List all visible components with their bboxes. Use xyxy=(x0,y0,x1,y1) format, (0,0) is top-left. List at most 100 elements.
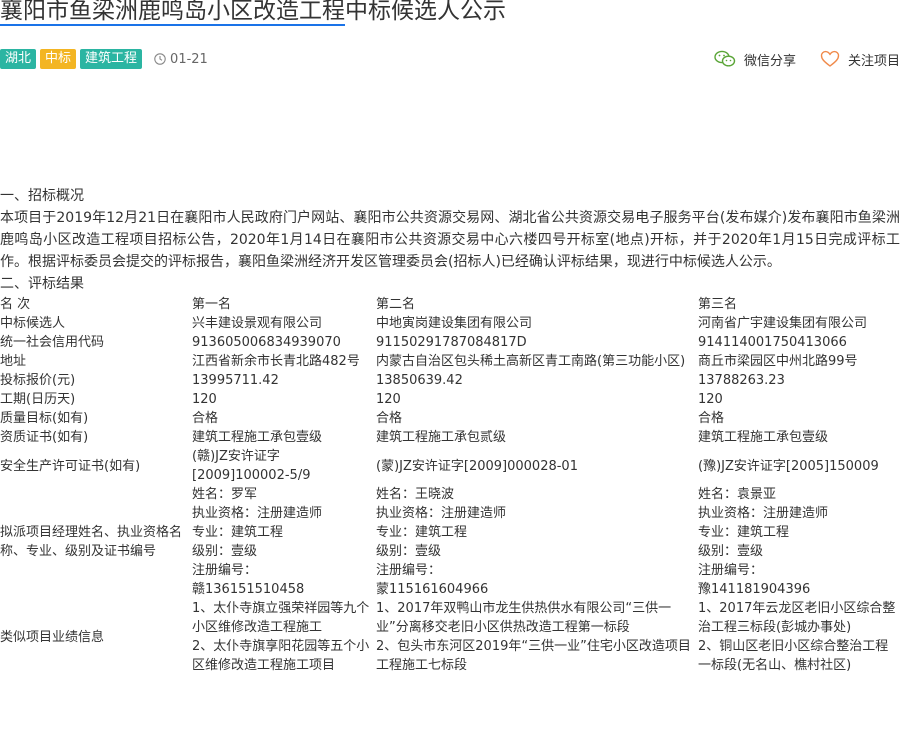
table-cell: 建筑工程施工承包壹级 xyxy=(192,430,323,445)
table-cell: (蒙)JZ安许证字[2009]000028-01 xyxy=(376,458,578,474)
row-label: 类似项目业绩信息 xyxy=(0,629,105,645)
wechat-share-label: 微信分享 xyxy=(743,53,796,69)
table-row: 工期(日历天) 120 120 120 xyxy=(0,390,900,409)
table-cell: (赣)JZ安许证字[2009]100002-5/9 xyxy=(192,449,311,483)
title-project-link[interactable]: 襄阳市鱼梁洲鹿鸣岛小区改造工程 xyxy=(0,0,345,26)
table-row: 中标候选人 兴丰建设景观有限公司 中地寅岗建设集团有限公司 河南省广宇建设集团有… xyxy=(0,314,900,333)
table-cell: 中地寅岗建设集团有限公司 xyxy=(376,316,533,331)
date-text: 01-21 xyxy=(170,51,208,67)
row-label: 质量目标(如有) xyxy=(0,411,89,426)
manager-reg-label: 注册编号： xyxy=(698,563,764,578)
table-row: 地址 江西省新余市长青北路482号 内蒙古自治区包头稀土高新区青工南路(第三功能… xyxy=(0,352,900,371)
table-cell: 合格 xyxy=(376,411,403,426)
table-row: 投标报价(元) 13995711.42 13850639.42 13788263… xyxy=(0,371,900,390)
article-actions: 微信分享 关注项目 xyxy=(690,48,900,70)
manager-name: 姓名：王晓波 xyxy=(376,487,455,502)
manager-reg: 赣136151510458 xyxy=(192,582,305,597)
table-cell: (豫)JZ安许证字[2005]150009 xyxy=(698,458,879,474)
table-cell: 合格 xyxy=(698,411,725,426)
table-cell: 13850639.42 xyxy=(376,373,463,388)
row-label: 拟派项目经理姓名、执业资格名称、专业、级别及证书编号 xyxy=(0,525,183,559)
performance-item: 1、太仆寺旗立强荣祥园等九个小区维修改造工程施工 xyxy=(192,601,370,635)
table-cell: 商丘市梁园区中州北路99号 xyxy=(698,354,858,369)
row-label: 资质证书(如有) xyxy=(0,430,89,445)
table-row: 质量目标(如有) 合格 合格 合格 xyxy=(0,409,900,428)
manager-name: 姓名：袁景亚 xyxy=(698,487,777,502)
manager-cert: 执业资格：注册建造师 xyxy=(192,506,323,521)
manager-reg: 豫141181904396 xyxy=(698,582,811,597)
table-cell: 第二名 xyxy=(376,297,416,312)
table-row: 统一社会信用代码 913605006834939070 911502917870… xyxy=(0,333,900,352)
heart-icon xyxy=(820,50,840,67)
follow-project-label: 关注项目 xyxy=(847,53,900,69)
row-label: 地址 xyxy=(0,354,27,369)
performance-item: 1、2017年云龙区老旧小区综合整治工程三标段(彭城办事处) xyxy=(698,601,896,635)
publish-date: 01-21 xyxy=(154,52,208,67)
table-row: 名 次 第一名 第二名 第三名 xyxy=(0,295,900,314)
table-cell: 姓名：王晓波 执业资格：注册建造师 专业：建筑工程 级别：壹级 注册编号： 蒙1… xyxy=(376,485,698,599)
table-cell: 914114001750413066 xyxy=(698,335,847,350)
table-cell: 1、2017年双鸭山市龙生供热供水有限公司“三供一业”分离移交老旧小区供热改造工… xyxy=(376,599,698,675)
performance-item: 2、包头市东河区2019年“三供一业”住宅小区改造项目工程施工七标段 xyxy=(376,639,691,673)
overview-paragraph: 本项目于2019年12月21日在襄阳市人民政府门户网站、襄阳市公共资源交易网、湖… xyxy=(0,210,900,270)
row-label: 名 次 xyxy=(0,297,31,312)
table-cell: 建筑工程施工承包壹级 xyxy=(698,430,829,445)
title-suffix: 中标候选人公示 xyxy=(345,0,506,24)
manager-major: 专业：建筑工程 xyxy=(192,525,284,540)
manager-reg-label: 注册编号： xyxy=(192,563,258,578)
table-cell: 第一名 xyxy=(192,297,232,312)
table-cell: 姓名：罗军 执业资格：注册建造师 专业：建筑工程 级别：壹级 注册编号： 赣13… xyxy=(192,485,376,599)
manager-cert: 执业资格：注册建造师 xyxy=(698,506,829,521)
meta-row: 湖北 中标 建筑工程 01-21 xyxy=(0,48,208,70)
performance-item: 2、太仆寺旗享阳花园等五个小区维修改造工程施工项目 xyxy=(192,639,370,673)
table-cell: 内蒙古自治区包头稀土高新区青工南路(第三功能小区) xyxy=(376,354,686,369)
manager-reg: 蒙115161604966 xyxy=(376,582,489,597)
table-cell: 120 xyxy=(376,392,401,407)
tag-region[interactable]: 湖北 xyxy=(0,49,37,69)
article-body: 一、招标概况 本项目于2019年12月21日在襄阳市人民政府门户网站、襄阳市公共… xyxy=(0,185,900,675)
table-cell: 13788263.23 xyxy=(698,373,785,388)
wechat-share-button[interactable]: 微信分享 xyxy=(714,50,796,69)
table-row: 安全生产许可证书(如有) (赣)JZ安许证字[2009]100002-5/9 (… xyxy=(0,447,900,485)
table-cell: 河南省广宇建设集团有限公司 xyxy=(698,316,868,331)
manager-level: 级别：壹级 xyxy=(376,544,442,559)
tag-category[interactable]: 建筑工程 xyxy=(80,49,143,69)
performance-item: 2、铜山区老旧小区综合整治工程一标段(无名山、樵村社区) xyxy=(698,639,889,673)
table-cell: 913605006834939070 xyxy=(192,335,341,350)
table-cell: 120 xyxy=(698,392,723,407)
manager-major: 专业：建筑工程 xyxy=(376,525,468,540)
results-table: 名 次 第一名 第二名 第三名 中标候选人 兴丰建设景观有限公司 中地寅岗建设集… xyxy=(0,295,900,675)
row-label: 中标候选人 xyxy=(0,316,66,331)
table-cell: 1、2017年云龙区老旧小区综合整治工程三标段(彭城办事处) 2、铜山区老旧小区… xyxy=(698,599,900,675)
follow-project-button[interactable]: 关注项目 xyxy=(820,50,900,69)
manager-level: 级别：壹级 xyxy=(192,544,258,559)
manager-name: 姓名：罗军 xyxy=(192,487,258,502)
clock-icon xyxy=(154,53,166,65)
manager-level: 级别：壹级 xyxy=(698,544,764,559)
wechat-icon xyxy=(714,50,736,67)
manager-major: 专业：建筑工程 xyxy=(698,525,790,540)
manager-reg-label: 注册编号： xyxy=(376,563,442,578)
performance-item: 1、2017年双鸭山市龙生供热供水有限公司“三供一业”分离移交老旧小区供热改造工… xyxy=(376,601,672,635)
table-cell: 姓名：袁景亚 执业资格：注册建造师 专业：建筑工程 级别：壹级 注册编号： 豫1… xyxy=(698,485,900,599)
section-title-overview: 一、招标概况 xyxy=(0,188,84,204)
manager-cert: 执业资格：注册建造师 xyxy=(376,506,507,521)
table-cell: 江西省新余市长青北路482号 xyxy=(192,354,360,369)
table-row: 拟派项目经理姓名、执业资格名称、专业、级别及证书编号 姓名：罗军 执业资格：注册… xyxy=(0,485,900,599)
table-cell: 合格 xyxy=(192,411,219,426)
page-title: 襄阳市鱼梁洲鹿鸣岛小区改造工程中标候选人公示 xyxy=(0,0,506,28)
row-label: 投标报价(元) xyxy=(0,373,76,388)
tag-status[interactable]: 中标 xyxy=(40,49,77,69)
table-cell: 120 xyxy=(192,392,217,407)
table-cell: 91150291787084817D xyxy=(376,335,527,350)
section-title-results: 二、评标结果 xyxy=(0,276,84,292)
row-label: 工期(日历天) xyxy=(0,392,76,407)
row-label: 安全生产许可证书(如有) xyxy=(0,458,141,474)
table-cell: 第三名 xyxy=(698,297,738,312)
table-row: 类似项目业绩信息 1、太仆寺旗立强荣祥园等九个小区维修改造工程施工 2、太仆寺旗… xyxy=(0,599,900,675)
table-cell: 13995711.42 xyxy=(192,373,279,388)
table-cell: 兴丰建设景观有限公司 xyxy=(192,316,323,331)
table-row: 资质证书(如有) 建筑工程施工承包壹级 建筑工程施工承包贰级 建筑工程施工承包壹… xyxy=(0,428,900,447)
table-cell: 建筑工程施工承包贰级 xyxy=(376,430,507,445)
table-cell: 1、太仆寺旗立强荣祥园等九个小区维修改造工程施工 2、太仆寺旗享阳花园等五个小区… xyxy=(192,599,376,675)
